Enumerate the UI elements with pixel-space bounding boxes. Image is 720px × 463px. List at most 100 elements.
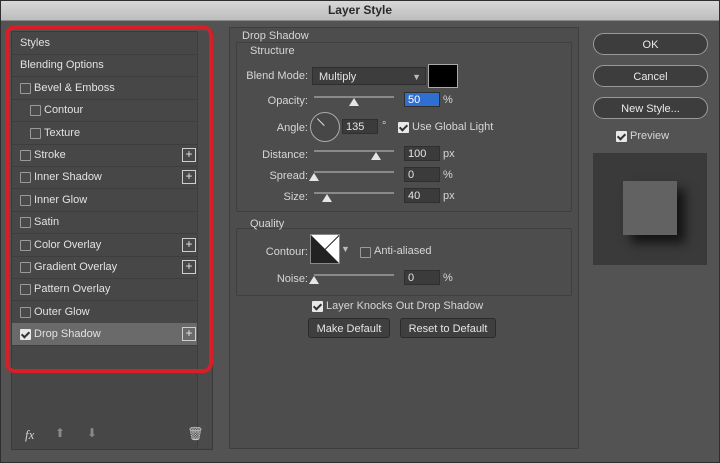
chevron-down-icon: ▼ bbox=[412, 72, 421, 82]
add-effect-icon[interactable]: + bbox=[182, 327, 196, 342]
style-checkbox[interactable] bbox=[20, 172, 31, 184]
anti-aliased-label: Anti-aliased bbox=[374, 245, 432, 257]
trash-icon[interactable]: 🗑 bbox=[187, 426, 204, 442]
style-checkbox[interactable] bbox=[20, 262, 31, 273]
style-list-item-label: Bevel & Emboss bbox=[34, 81, 115, 94]
preview-thumbnail bbox=[593, 153, 707, 265]
fx-icon[interactable]: fx bbox=[25, 427, 34, 443]
window-title: Layer Style bbox=[1, 1, 719, 21]
style-list-item[interactable]: Inner Glow bbox=[12, 189, 198, 212]
noise-label: Noise: bbox=[276, 273, 308, 285]
size-slider-thumb[interactable] bbox=[321, 194, 332, 202]
anti-aliased-checkbox[interactable] bbox=[360, 247, 371, 258]
style-list-scrollbar[interactable] bbox=[197, 31, 212, 448]
blend-mode-label: Blend Mode: bbox=[246, 70, 308, 82]
style-list-item-label: Texture bbox=[44, 126, 81, 139]
style-list-item[interactable]: Gradient Overlay + bbox=[12, 256, 198, 279]
add-effect-icon[interactable]: + bbox=[182, 170, 196, 185]
style-list-item[interactable]: Stroke + bbox=[12, 144, 198, 167]
style-checkbox[interactable] bbox=[20, 150, 31, 161]
opacity-slider-thumb[interactable] bbox=[349, 98, 359, 106]
distance-label: Distance: bbox=[262, 149, 308, 161]
shadow-color-swatch[interactable] bbox=[428, 64, 458, 88]
style-list-item[interactable]: Outer Glow bbox=[12, 301, 198, 324]
style-list-item[interactable]: Texture bbox=[12, 122, 198, 145]
style-list-item[interactable]: Styles bbox=[12, 32, 198, 55]
spread-slider-thumb[interactable] bbox=[309, 173, 319, 181]
opacity-input[interactable]: 50 bbox=[404, 92, 440, 107]
spread-label: Spread: bbox=[269, 170, 308, 182]
style-checkbox[interactable] bbox=[20, 194, 31, 206]
opacity-unit: % bbox=[443, 94, 453, 106]
preview-checkbox[interactable] bbox=[616, 131, 627, 142]
opacity-label: Opacity: bbox=[267, 95, 308, 107]
spread-unit: % bbox=[443, 169, 453, 181]
contour-chevron-icon[interactable]: ▼ bbox=[341, 244, 350, 254]
style-checkbox[interactable] bbox=[20, 329, 31, 341]
style-list-item-label: Stroke bbox=[34, 149, 66, 161]
blend-mode-select[interactable]: Multiply ▼ bbox=[312, 67, 426, 85]
add-effect-icon[interactable]: + bbox=[182, 260, 196, 274]
add-effect-icon[interactable]: + bbox=[182, 148, 196, 162]
quality-title: Quality bbox=[250, 218, 285, 230]
contour-picker[interactable] bbox=[310, 234, 340, 264]
style-list-item-label: Contour bbox=[44, 104, 84, 117]
style-list-toolbar: fx ⬆ ⬇ 🗑 bbox=[11, 421, 211, 447]
style-checkbox[interactable] bbox=[30, 105, 41, 117]
move-up-icon[interactable]: ⬆ bbox=[55, 426, 65, 440]
style-list-item[interactable]: Contour bbox=[12, 99, 198, 123]
style-list-item[interactable]: Pattern Overlay bbox=[12, 278, 198, 302]
style-checkbox[interactable] bbox=[20, 217, 31, 229]
noise-unit: % bbox=[443, 272, 453, 284]
style-list-item-label: Gradient Overlay bbox=[34, 261, 118, 273]
use-global-light-checkbox[interactable] bbox=[398, 122, 409, 133]
make-default-button[interactable]: Make Default bbox=[308, 318, 390, 338]
style-list-item[interactable]: Drop Shadow + bbox=[12, 323, 198, 347]
new-style-button[interactable]: New Style... bbox=[593, 97, 708, 119]
distance-slider-thumb[interactable] bbox=[370, 152, 381, 160]
contour-curve bbox=[311, 235, 339, 263]
noise-input[interactable]: 0 bbox=[404, 270, 440, 285]
angle-input[interactable]: 135 bbox=[342, 119, 378, 134]
style-list-item[interactable]: Inner Shadow + bbox=[12, 166, 198, 190]
preview-label: Preview bbox=[630, 130, 670, 142]
angle-dial[interactable] bbox=[310, 112, 340, 142]
size-label: Size: bbox=[283, 191, 308, 203]
distance-slider[interactable] bbox=[314, 150, 394, 152]
style-checkbox[interactable] bbox=[20, 284, 31, 296]
style-checkbox[interactable] bbox=[30, 127, 41, 139]
drop-shadow-panel: Drop Shadow Structure Blend Mode: Multip… bbox=[229, 27, 579, 449]
cancel-button[interactable]: Cancel bbox=[593, 65, 708, 87]
angle-label: Angle: bbox=[276, 122, 308, 134]
knocks-out-checkbox[interactable] bbox=[312, 301, 323, 312]
add-effect-icon[interactable]: + bbox=[182, 237, 196, 252]
structure-title: Structure bbox=[250, 45, 295, 57]
noise-slider[interactable] bbox=[314, 274, 394, 276]
spread-input[interactable]: 0 bbox=[404, 167, 440, 182]
style-checkbox[interactable] bbox=[20, 239, 31, 251]
ok-button[interactable]: OK bbox=[593, 33, 708, 55]
blend-mode-value: Multiply bbox=[319, 71, 357, 83]
style-list-item-label: Outer Glow bbox=[34, 305, 90, 318]
style-list-item[interactable]: Color Overlay + bbox=[12, 234, 198, 257]
move-down-icon[interactable]: ⬇ bbox=[87, 426, 97, 440]
spread-slider[interactable] bbox=[314, 171, 394, 173]
style-list-item-label: Styles bbox=[20, 37, 50, 49]
style-list-item[interactable]: Bevel & Emboss bbox=[12, 77, 198, 100]
size-input[interactable]: 40 bbox=[404, 188, 440, 203]
style-list: Styles Blending Options Bevel & Emboss Cont… bbox=[11, 31, 213, 450]
style-list-item[interactable]: Blending Options bbox=[12, 54, 198, 78]
reset-to-default-button[interactable]: Reset to Default bbox=[400, 318, 496, 338]
style-list-item-label: Pattern Overlay bbox=[34, 283, 111, 296]
angle-dial-hand bbox=[316, 118, 325, 126]
style-list-item-label: Satin bbox=[34, 216, 60, 229]
style-checkbox[interactable] bbox=[20, 306, 31, 318]
style-list-item[interactable]: Satin bbox=[12, 211, 198, 235]
distance-unit: px bbox=[443, 148, 455, 160]
noise-slider-thumb[interactable] bbox=[309, 276, 319, 284]
distance-input[interactable]: 100 bbox=[404, 146, 440, 161]
style-list-item-label: Drop Shadow bbox=[34, 328, 101, 341]
style-checkbox[interactable] bbox=[20, 82, 31, 94]
size-unit: px bbox=[443, 190, 455, 202]
contour-label: Contour: bbox=[265, 246, 308, 258]
